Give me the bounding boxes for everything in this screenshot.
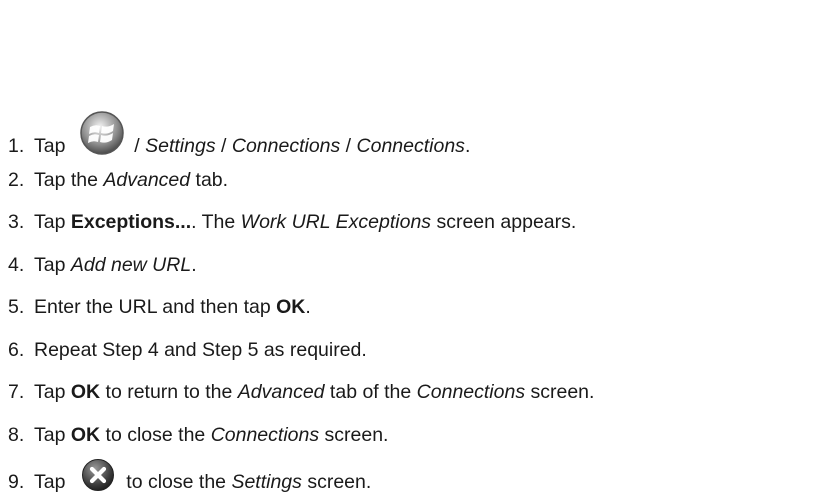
step-8: 8. Tap OK to close the Connections screen…	[8, 423, 388, 447]
step-text: screen.	[301, 471, 372, 494]
step-text: Tap	[34, 211, 71, 233]
step-number: 1.	[8, 135, 25, 158]
italic-term: Settings	[145, 135, 216, 158]
step-text: Enter the URL and then tap	[34, 296, 277, 318]
bold-term: OK	[70, 381, 101, 403]
step-5: 5. Enter the URL and then tap OK.	[8, 295, 311, 319]
step-number: 2.	[8, 169, 25, 191]
step-text: Tap the	[34, 169, 104, 191]
step-text: . The	[191, 211, 241, 233]
step-text: .	[464, 135, 471, 158]
step-text: Tap	[34, 424, 71, 446]
step-text: .	[191, 254, 197, 276]
step-number: 9.	[8, 471, 25, 494]
step-text: Tap	[34, 471, 71, 494]
step-text: screen appears.	[431, 211, 577, 233]
step-3: 3. Tap Exceptions.... The Work URL Except…	[8, 210, 576, 234]
step-text: .	[305, 296, 311, 318]
step-text: tab.	[190, 169, 229, 191]
step-text: /	[128, 135, 146, 158]
italic-term: Add new URL	[70, 254, 192, 276]
step-7: 7. Tap OK to return to the Advanced tab o…	[8, 380, 594, 404]
step-number: 6.	[8, 339, 25, 361]
step-number: 8.	[8, 424, 25, 446]
step-number: 4.	[8, 254, 25, 276]
step-text: screen.	[525, 381, 595, 403]
step-text: to return to the	[100, 381, 238, 403]
bold-term: OK	[70, 424, 101, 446]
bold-term: Exceptions...	[70, 211, 192, 233]
step-text: Tap	[34, 135, 71, 158]
italic-term: Connections	[416, 381, 526, 403]
bold-term: OK	[276, 296, 306, 318]
step-text: Tap	[34, 381, 71, 403]
italic-term: Settings	[231, 471, 302, 494]
step-text: tab of the	[324, 381, 417, 403]
step-text: screen.	[319, 424, 389, 446]
italic-term: Connections	[356, 135, 465, 158]
step-text: Tap	[34, 254, 71, 276]
step-number: 3.	[8, 211, 25, 233]
step-number: 5.	[8, 296, 25, 318]
step-6: 6. Repeat Step 4 and Step 5 as required.	[8, 338, 367, 362]
step-text: /	[215, 135, 232, 158]
italic-term: Connections	[231, 135, 341, 158]
windows-start-icon	[77, 110, 127, 156]
italic-term: Advanced	[237, 381, 325, 403]
step-4: 4. Tap Add new URL.	[8, 253, 197, 277]
step-1: 1. Tap / Settings / Connections / Connect…	[8, 111, 471, 170]
step-text: to close the	[100, 424, 211, 446]
step-text: /	[340, 135, 357, 158]
italic-term: Connections	[210, 424, 320, 446]
italic-term: Advanced	[103, 169, 191, 191]
step-2: 2. Tap the Advanced tab.	[8, 168, 228, 192]
step-text: Repeat Step 4 and Step 5 as required.	[34, 339, 367, 361]
step-number: 7.	[8, 381, 25, 403]
italic-term: Work URL Exceptions	[240, 211, 432, 233]
step-text: to close the	[120, 471, 232, 494]
close-icon	[81, 458, 115, 492]
